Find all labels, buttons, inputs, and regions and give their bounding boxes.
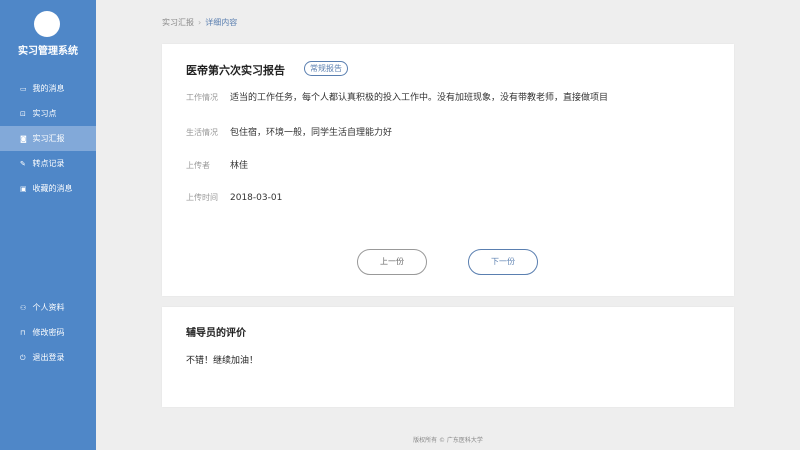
comment-card: 辅导员的评价 不错！继续加油！ <box>162 307 734 407</box>
power-icon: ⏻ <box>20 354 26 362</box>
sidebar-item-change-password[interactable]: ⊓ 修改密码 <box>0 320 96 345</box>
sidebar-item-label: 修改密码 <box>32 328 65 337</box>
field-life: 生活情况 包住宿，环境一般，同学生活自理能力好 <box>186 125 392 138</box>
breadcrumb-separator: › <box>198 18 202 27</box>
location-icon: ⊡ <box>20 110 26 118</box>
sidebar-item-internship-site[interactable]: ⊡ 实习点 <box>0 101 96 126</box>
field-label: 工作情况 <box>186 93 218 102</box>
transfer-icon: ✎ <box>20 160 26 168</box>
field-value: 2018-03-01 <box>230 193 283 203</box>
report-type-badge: 常规报告 <box>304 61 348 76</box>
report-title: 医帝第六次实习报告 <box>186 64 285 77</box>
sidebar-item-label: 收藏的消息 <box>32 184 73 193</box>
app-title: 实习管理系统 <box>18 46 78 57</box>
comment-text: 不错！继续加油！ <box>186 356 259 366</box>
sidebar: 实习管理系统 ▭ 我的消息 ⊡ 实习点 ◙ 实习汇报 ✎ 转点记录 ▣ 收藏的消… <box>0 0 96 450</box>
sidebar-item-label: 我的消息 <box>32 84 65 93</box>
sidebar-item-messages[interactable]: ▭ 我的消息 <box>0 76 96 101</box>
footer: 版权所有 © 广东医科大学 <box>413 437 483 444</box>
sidebar-item-favorites[interactable]: ▣ 收藏的消息 <box>0 176 96 201</box>
lock-icon: ⊓ <box>20 329 26 337</box>
field-uploader: 上传者 林佳 <box>186 158 248 171</box>
previous-button[interactable]: 上一份 <box>357 249 427 275</box>
breadcrumb-parent[interactable]: 实习汇报 <box>162 18 194 27</box>
field-label: 上传时间 <box>186 193 218 202</box>
avatar[interactable] <box>34 11 60 37</box>
report-icon: ◙ <box>20 135 27 143</box>
next-button[interactable]: 下一份 <box>468 249 538 275</box>
sidebar-item-reports[interactable]: ◙ 实习汇报 <box>0 126 96 151</box>
sidebar-item-label: 个人资料 <box>32 303 65 312</box>
field-value: 包住宿，环境一般，同学生活自理能力好 <box>230 128 393 138</box>
sidebar-item-label: 转点记录 <box>32 159 65 168</box>
sidebar-item-label: 实习点 <box>32 109 57 118</box>
field-value: 林佳 <box>230 161 249 171</box>
sidebar-item-label: 退出登录 <box>32 353 65 362</box>
breadcrumb: 实习汇报 › 详细内容 <box>162 17 237 28</box>
sidebar-item-profile[interactable]: ⚇ 个人资料 <box>0 295 96 320</box>
sidebar-item-logout[interactable]: ⏻ 退出登录 <box>0 345 96 370</box>
breadcrumb-current: 详细内容 <box>205 18 238 27</box>
field-label: 生活情况 <box>186 128 218 137</box>
report-card: 医帝第六次实习报告 常规报告 工作情况 适当的工作任务，每个人都认真积极的投入工作… <box>162 44 734 296</box>
message-icon: ▭ <box>20 85 27 93</box>
field-work: 工作情况 适当的工作任务，每个人都认真积极的投入工作中。没有加班现象，没有带教老师… <box>186 90 608 103</box>
sidebar-item-label: 实习汇报 <box>32 134 65 143</box>
favorite-icon: ▣ <box>20 185 27 193</box>
field-value: 适当的工作任务，每个人都认真积极的投入工作中。没有加班现象，没有带教老师，直接做… <box>230 93 609 103</box>
field-upload-time: 上传时间 2018-03-01 <box>186 192 282 203</box>
comment-heading: 辅导员的评价 <box>186 328 246 339</box>
user-icon: ⚇ <box>20 304 27 312</box>
field-label: 上传者 <box>186 161 210 170</box>
sidebar-item-transfer-records[interactable]: ✎ 转点记录 <box>0 151 96 176</box>
